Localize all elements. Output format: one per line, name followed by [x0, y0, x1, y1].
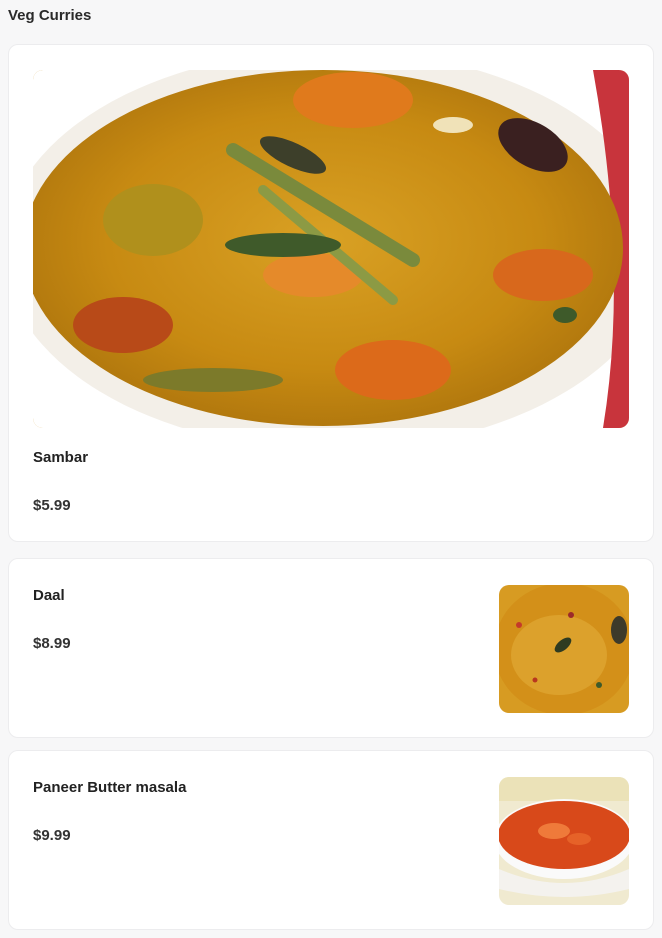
section-title: Veg Curries — [8, 7, 92, 24]
item-price: $5.99 — [33, 497, 71, 514]
item-price: $9.99 — [33, 827, 71, 844]
menu-item-card-daal[interactable]: Daal $8.99 — [8, 558, 654, 738]
menu-item-card-paneer-butter-masala[interactable]: Paneer Butter masala $9.99 — [8, 750, 654, 930]
item-name: Sambar — [33, 449, 89, 466]
sambar-image — [33, 70, 629, 428]
menu-page: Veg Curries Sambar $5.99 Daal $8.99 Pane… — [0, 0, 662, 938]
item-name: Paneer Butter masala — [33, 779, 187, 796]
paneer-butter-masala-image — [499, 777, 629, 905]
item-price: $8.99 — [33, 635, 71, 652]
menu-item-card-sambar[interactable]: Sambar $5.99 — [8, 44, 654, 542]
item-name: Daal — [33, 587, 65, 604]
daal-image — [499, 585, 629, 713]
